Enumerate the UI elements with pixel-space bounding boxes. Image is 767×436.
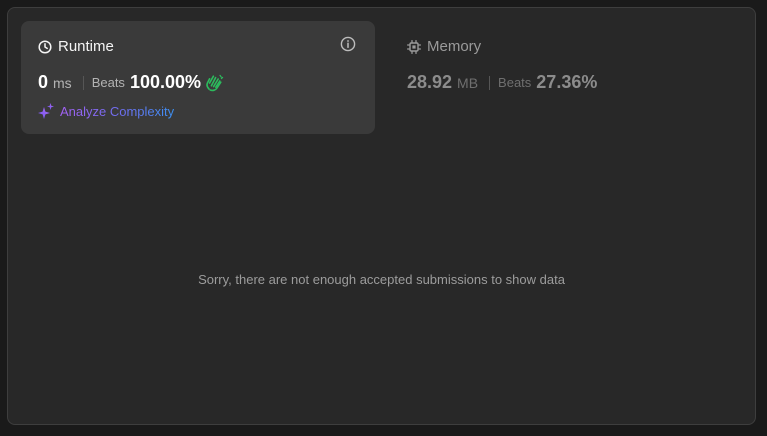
runtime-beats-value: 100.00% xyxy=(129,72,201,92)
memory-card[interactable]: Memory 28.92 MB Beats 27.36% xyxy=(391,21,745,134)
submission-stats-panel: Runtime 0 ms Beats 100.00% Analyze Compl… xyxy=(7,7,756,425)
sparkle-icon xyxy=(38,103,54,119)
memory-header: Memory xyxy=(407,38,481,55)
memory-title: Memory xyxy=(427,38,482,55)
runtime-beats-label: Beats xyxy=(91,75,125,90)
runtime-unit: ms xyxy=(53,74,72,91)
memory-unit: MB xyxy=(457,74,479,91)
memory-beats-value: 27.36% xyxy=(536,72,598,92)
analyze-complexity-label: Analyze Complexity xyxy=(60,103,175,119)
memory-beats-label: Beats xyxy=(498,75,532,90)
runtime-title: Runtime xyxy=(58,38,114,55)
analyze-complexity-button[interactable]: Analyze Complexity xyxy=(38,103,174,119)
runtime-stats: 0 ms Beats 100.00% xyxy=(38,72,224,93)
runtime-header: Runtime xyxy=(38,38,114,55)
chip-icon xyxy=(407,39,421,54)
memory-value: 28.92 xyxy=(407,72,453,92)
memory-stats: 28.92 MB Beats 27.36% xyxy=(407,72,597,93)
stat-divider xyxy=(489,75,491,90)
runtime-value: 0 xyxy=(38,72,49,92)
stat-divider xyxy=(82,75,84,90)
clapping-hands-icon xyxy=(205,74,224,92)
empty-state-message: Sorry, there are not enough accepted sub… xyxy=(198,272,565,287)
runtime-card[interactable]: Runtime 0 ms Beats 100.00% Analyze Compl… xyxy=(21,21,375,134)
clock-icon xyxy=(38,39,52,54)
info-icon[interactable] xyxy=(340,36,356,52)
